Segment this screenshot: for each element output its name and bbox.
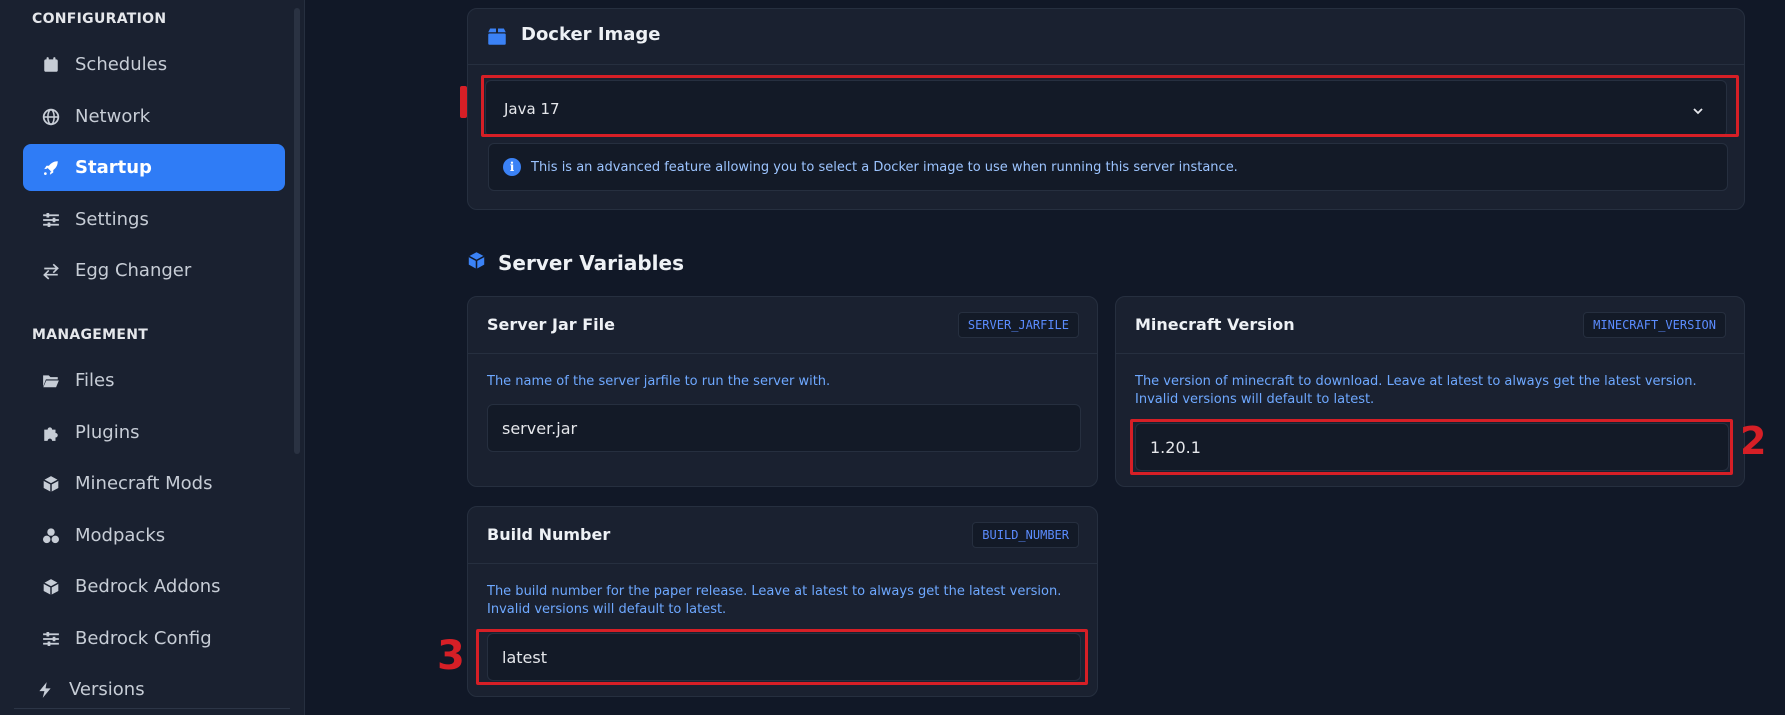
rocket-icon bbox=[41, 158, 61, 178]
variable-title: Build Number bbox=[487, 525, 611, 544]
sidebar-item-label: Bedrock Addons bbox=[75, 576, 221, 597]
sidebar-item-versions[interactable]: Versions bbox=[23, 666, 285, 713]
cube-icon bbox=[41, 577, 61, 597]
sidebar-item-label: Plugins bbox=[75, 422, 140, 443]
calendar-icon bbox=[41, 55, 61, 75]
sidebar-item-network[interactable]: Network bbox=[23, 93, 285, 140]
box-icon bbox=[487, 26, 507, 46]
sidebar-item-bedrock-addons[interactable]: Bedrock Addons bbox=[23, 563, 285, 610]
sidebar: CONFIGURATION Schedules Network Startup … bbox=[0, 0, 305, 715]
sidebar-item-plugins[interactable]: Plugins bbox=[23, 409, 285, 456]
card-divider bbox=[1116, 353, 1744, 354]
docker-image-select[interactable]: Java 17 bbox=[485, 80, 1727, 137]
sidebar-item-label: Network bbox=[75, 106, 151, 127]
card-divider bbox=[468, 64, 1744, 65]
globe-icon bbox=[41, 107, 61, 127]
annotation-number-3: 3 bbox=[437, 633, 465, 679]
env-variable-badge: MINECRAFT_VERSION bbox=[1583, 312, 1726, 338]
sidebar-item-minecraft-mods[interactable]: Minecraft Mods bbox=[23, 460, 285, 507]
docker-image-selected: Java 17 bbox=[504, 99, 560, 118]
cube-icon bbox=[41, 474, 61, 494]
server-variables-title: Server Variables bbox=[498, 251, 684, 275]
card-divider bbox=[468, 353, 1097, 354]
variable-card-server-jarfile: Server Jar File SERVER_JARFILE The name … bbox=[467, 296, 1098, 487]
sidebar-item-label: Settings bbox=[75, 209, 149, 230]
server-variables-heading: Server Variables bbox=[467, 251, 684, 275]
sliders-icon bbox=[41, 210, 61, 230]
puzzle-icon bbox=[41, 423, 61, 443]
cubes-icon bbox=[41, 526, 61, 546]
sidebar-nav: CONFIGURATION Schedules Network Startup … bbox=[14, 0, 290, 715]
build-number-input[interactable]: latest bbox=[487, 633, 1081, 681]
chevron-down-icon bbox=[1692, 103, 1704, 115]
sidebar-item-label: Minecraft Mods bbox=[75, 473, 213, 494]
variable-title: Server Jar File bbox=[487, 315, 615, 334]
env-variable-badge: BUILD_NUMBER bbox=[972, 522, 1079, 548]
docker-image-info-text: This is an advanced feature allowing you… bbox=[531, 159, 1238, 175]
cube-icon bbox=[467, 251, 486, 275]
variable-title: Minecraft Version bbox=[1135, 315, 1295, 334]
sidebar-item-schedules[interactable]: Schedules bbox=[23, 41, 285, 88]
sidebar-item-settings[interactable]: Settings bbox=[23, 196, 285, 243]
sidebar-item-egg-changer[interactable]: Egg Changer bbox=[23, 247, 285, 294]
sidebar-item-label: Modpacks bbox=[75, 525, 166, 546]
minecraft-version-input[interactable]: 1.20.1 bbox=[1135, 423, 1729, 471]
configuration-section-label: CONFIGURATION bbox=[32, 11, 167, 27]
docker-image-title: Docker Image bbox=[521, 24, 661, 45]
variable-description: The version of minecraft to download. Le… bbox=[1135, 374, 1697, 407]
management-section-label: MANAGEMENT bbox=[32, 327, 149, 343]
sliders-icon bbox=[41, 629, 61, 649]
docker-image-card: Docker Image Java 17 i This is an advanc… bbox=[467, 8, 1745, 210]
swap-icon bbox=[41, 261, 61, 281]
annotation-number-2: 2 bbox=[1740, 419, 1767, 463]
sidebar-scrollbar[interactable] bbox=[294, 8, 300, 454]
variable-description: The name of the server jarfile to run th… bbox=[487, 374, 831, 389]
folder-icon bbox=[41, 371, 61, 391]
card-divider bbox=[468, 563, 1097, 564]
variable-card-minecraft-version: Minecraft Version MINECRAFT_VERSION The … bbox=[1115, 296, 1745, 487]
env-variable-badge: SERVER_JARFILE bbox=[957, 312, 1079, 338]
server-jarfile-input[interactable]: server.jar bbox=[487, 404, 1081, 452]
bolt-icon bbox=[35, 680, 55, 700]
sidebar-item-bedrock-config[interactable]: Bedrock Config bbox=[23, 615, 285, 662]
sidebar-item-label: Files bbox=[75, 370, 115, 391]
annotation-mark bbox=[460, 86, 467, 118]
sidebar-item-label: Startup bbox=[75, 157, 152, 178]
info-icon: i bbox=[503, 158, 521, 176]
sidebar-divider bbox=[14, 708, 290, 709]
sidebar-item-startup[interactable]: Startup bbox=[23, 144, 285, 191]
sidebar-item-label: Egg Changer bbox=[75, 260, 192, 281]
docker-image-info: i This is an advanced feature allowing y… bbox=[488, 143, 1728, 191]
sidebar-item-label: Schedules bbox=[75, 54, 168, 75]
variable-description: The build number for the paper release. … bbox=[487, 584, 1062, 617]
sidebar-item-files[interactable]: Files bbox=[23, 357, 285, 404]
sidebar-item-label: Versions bbox=[69, 679, 145, 700]
sidebar-item-label: Bedrock Config bbox=[75, 628, 212, 649]
variable-card-build-number: Build Number BUILD_NUMBER The build numb… bbox=[467, 506, 1098, 697]
sidebar-item-modpacks[interactable]: Modpacks bbox=[23, 512, 285, 559]
